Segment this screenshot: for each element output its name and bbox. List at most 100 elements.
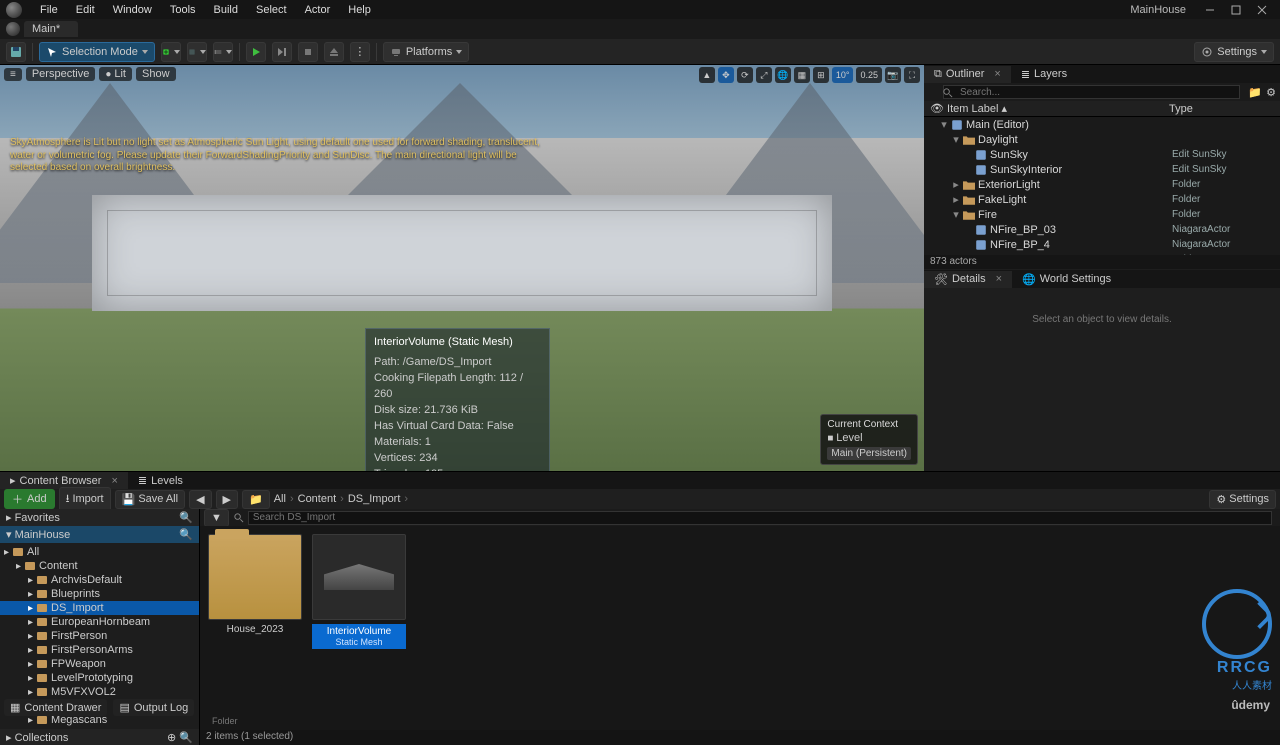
current-context-panel[interactable]: Current Context ■ Level Main (Persistent… xyxy=(820,414,918,465)
menu-actor[interactable]: Actor xyxy=(297,2,339,18)
gizmo-translate-icon[interactable]: ✥ xyxy=(718,67,734,83)
eject-button[interactable] xyxy=(324,42,344,62)
source-tree-item[interactable]: ▸All xyxy=(0,545,199,559)
coord-space-icon[interactable]: 🌐 xyxy=(775,67,791,83)
levels-tab[interactable]: ≣ Levels xyxy=(128,472,193,489)
outliner-row[interactable]: ▾FireFolder xyxy=(924,207,1280,222)
crumb-all[interactable]: All xyxy=(274,493,286,505)
close-icon[interactable]: × xyxy=(996,273,1002,285)
skip-button[interactable] xyxy=(272,42,292,62)
settings-dropdown[interactable]: Settings xyxy=(1194,42,1274,62)
viewport-perspective-button[interactable]: Perspective xyxy=(26,67,95,81)
source-tree-item[interactable]: ▸M5VFXVOL2 xyxy=(0,685,199,699)
snap-scale-value[interactable]: 0.25 xyxy=(856,67,882,83)
gizmo-select-icon[interactable]: ▲ xyxy=(699,67,715,83)
snap-surface-icon[interactable]: ▦ xyxy=(794,67,810,83)
window-minimize-button[interactable] xyxy=(1198,1,1222,19)
level-tab[interactable]: Main* xyxy=(24,21,78,37)
favorites-header[interactable]: ▸ Favorites🔍 xyxy=(0,509,199,526)
outliner-col-label[interactable]: Item Label xyxy=(947,103,998,115)
history-fwd-button[interactable]: ▶ xyxy=(216,490,238,509)
menu-build[interactable]: Build xyxy=(206,2,246,18)
add-button[interactable]: ＋ Add xyxy=(4,489,55,509)
content-drawer-button[interactable]: ▦ Content Drawer xyxy=(4,699,107,716)
camera-speed-icon[interactable]: 📷 xyxy=(885,67,901,83)
import-button[interactable]: ⭳ Import xyxy=(59,487,111,512)
add-collection-icon[interactable]: ⊕ xyxy=(167,732,176,744)
source-tree-item[interactable]: ▸FPWeapon xyxy=(0,657,199,671)
outliner-tab[interactable]: ⧉ Outliner× xyxy=(924,66,1011,83)
source-tree-item[interactable]: ▸DS_Import xyxy=(0,601,199,615)
collections-header[interactable]: ▸ Collections⊕ 🔍 xyxy=(0,729,199,745)
outliner-row[interactable]: NFire_BP_4NiagaraActor xyxy=(924,237,1280,252)
menu-tools[interactable]: Tools xyxy=(162,2,204,18)
asset-tile[interactable]: InteriorVolumeStatic Mesh xyxy=(312,534,406,649)
window-close-button[interactable] xyxy=(1250,1,1274,19)
source-tree-item[interactable]: ▸EuropeanHornbeam xyxy=(0,615,199,629)
asset-search-input[interactable] xyxy=(248,511,1272,525)
output-log-button[interactable]: ▤ Output Log xyxy=(113,699,194,716)
viewport-lit-button[interactable]: ● Lit xyxy=(99,67,132,81)
menu-window[interactable]: Window xyxy=(105,2,160,18)
source-tree-item[interactable]: ▸LevelPrototyping xyxy=(0,671,199,685)
save-all-button[interactable]: 💾 Save All xyxy=(115,490,185,509)
blueprint-button[interactable] xyxy=(187,42,207,62)
snap-angle-value[interactable]: 10° xyxy=(832,67,854,83)
level-viewport[interactable]: ≡ Perspective ● Lit Show ▲ ✥ ⟳ ⤢ 🌐 ▦ ⊞ 1… xyxy=(0,65,924,471)
outliner-row[interactable]: ▾Main (Editor) xyxy=(924,117,1280,132)
source-tree-item[interactable]: ▸Content xyxy=(0,559,199,573)
play-options-button[interactable]: ⋮ xyxy=(350,42,370,62)
outliner-row[interactable]: SunSkyEdit SunSky xyxy=(924,147,1280,162)
add-content-button[interactable] xyxy=(161,42,181,62)
outliner-search-input[interactable] xyxy=(943,85,1240,99)
source-tree-item[interactable]: ▸ArchvisDefault xyxy=(0,573,199,587)
cb-settings-button[interactable]: ⚙ Settings xyxy=(1209,490,1276,509)
folder-button[interactable]: 📁 xyxy=(242,490,270,509)
close-icon[interactable]: × xyxy=(111,475,117,487)
source-tree-item[interactable]: ▸FirstPerson xyxy=(0,629,199,643)
close-icon[interactable]: × xyxy=(994,68,1000,80)
source-tree-item[interactable]: ▸FirstPersonArms xyxy=(0,643,199,657)
outliner-col-type[interactable]: Type xyxy=(1169,103,1193,115)
outliner-add-folder-icon[interactable]: 📁 xyxy=(1248,86,1262,99)
menu-select[interactable]: Select xyxy=(248,2,295,18)
stop-button[interactable] xyxy=(298,42,318,62)
layers-tab[interactable]: ≣ Layers xyxy=(1011,66,1077,83)
crumb-content[interactable]: Content xyxy=(298,493,337,505)
menu-help[interactable]: Help xyxy=(340,2,379,18)
gizmo-rotate-icon[interactable]: ⟳ xyxy=(737,67,753,83)
search-icon[interactable]: 🔍 xyxy=(179,732,193,744)
details-tab[interactable]: 🛠 Details× xyxy=(924,271,1012,288)
sequence-button[interactable] xyxy=(213,42,233,62)
source-tree-item[interactable]: ▸Blueprints xyxy=(0,587,199,601)
window-maximize-button[interactable] xyxy=(1224,1,1248,19)
filter-button[interactable]: ▼ xyxy=(204,509,229,527)
search-icon[interactable]: 🔍 xyxy=(179,511,193,524)
platforms-dropdown[interactable]: Platforms xyxy=(383,42,469,62)
menu-edit[interactable]: Edit xyxy=(68,2,103,18)
search-icon[interactable]: 🔍 xyxy=(179,528,193,541)
world-settings-tab[interactable]: 🌐 World Settings xyxy=(1012,271,1121,288)
play-button[interactable] xyxy=(246,42,266,62)
viewport-options-button[interactable]: ≡ xyxy=(4,68,22,81)
tooltip-title: InteriorVolume (Static Mesh) xyxy=(374,335,541,351)
snap-grid-icon[interactable]: ⊞ xyxy=(813,67,829,83)
selection-mode-dropdown[interactable]: Selection Mode xyxy=(39,42,155,62)
outliner-row[interactable]: ▸ExteriorLightFolder xyxy=(924,177,1280,192)
crumb-dsimport[interactable]: DS_Import xyxy=(348,493,401,505)
breadcrumb[interactable]: All› Content› DS_Import› xyxy=(274,493,410,505)
outliner-settings-icon[interactable]: ⚙ xyxy=(1266,86,1276,99)
save-level-button[interactable] xyxy=(6,42,26,62)
levels-tab-label: Levels xyxy=(151,475,183,487)
outliner-row[interactable]: ▸FakeLightFolder xyxy=(924,192,1280,207)
viewport-show-button[interactable]: Show xyxy=(136,67,176,81)
gizmo-scale-icon[interactable]: ⤢ xyxy=(756,67,772,83)
outliner-row[interactable]: NFire_BP_03NiagaraActor xyxy=(924,222,1280,237)
outliner-row[interactable]: SunSkyInteriorEdit SunSky xyxy=(924,162,1280,177)
history-back-button[interactable]: ◀ xyxy=(189,490,211,509)
viewport-maximize-icon[interactable]: ⛶ xyxy=(904,67,920,83)
outliner-row[interactable]: ▾Daylight xyxy=(924,132,1280,147)
project-root-header[interactable]: ▾ MainHouse🔍 xyxy=(0,526,199,543)
menu-file[interactable]: File xyxy=(32,2,66,18)
asset-tile[interactable]: House_2023Folder xyxy=(208,534,302,635)
